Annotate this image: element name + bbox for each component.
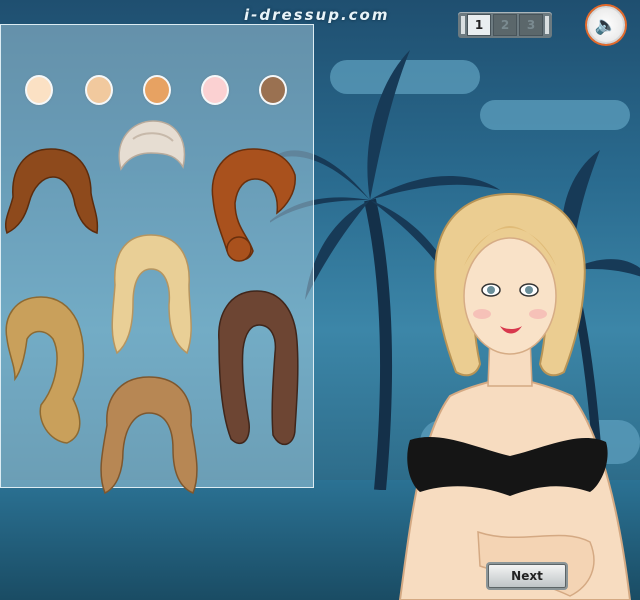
site-watermark: i-dressup.com <box>244 6 390 24</box>
speaker-icon: 🔈 <box>594 14 618 36</box>
next-button[interactable]: Next <box>488 564 566 588</box>
step-1-button[interactable]: 1 <box>467 14 491 36</box>
doll-character <box>398 192 632 600</box>
hairstyle-wavy-auburn-shoulder[interactable] <box>3 147 99 239</box>
hairstyle-golden-side-swept[interactable] <box>1 295 91 445</box>
skin-tone-swatch[interactable] <box>85 75 113 105</box>
hairstyle-brown-braided-long[interactable] <box>211 289 303 453</box>
step-bracket-left <box>461 16 465 34</box>
step-3-button[interactable]: 3 <box>519 14 543 36</box>
hairstyle-light-brown-curly[interactable] <box>95 375 203 497</box>
step-2-button[interactable]: 2 <box>493 14 517 36</box>
step-bracket-right <box>545 16 549 34</box>
hairstyle-short-platinum-updo[interactable] <box>113 119 189 179</box>
skin-tone-swatch[interactable] <box>25 75 53 105</box>
skin-tone-swatch[interactable] <box>201 75 229 105</box>
hairstyle-copper-curly-bun[interactable] <box>205 147 301 265</box>
game-scene: i-dressup.com 1 2 3 🔈 Next <box>0 0 640 600</box>
hairstyle-blonde-curly-long[interactable] <box>107 233 195 357</box>
skin-tone-swatch[interactable] <box>143 75 171 105</box>
sound-toggle-button[interactable]: 🔈 <box>587 6 625 44</box>
hair-selection-panel <box>0 24 314 495</box>
step-indicator: 1 2 3 <box>458 12 552 38</box>
skin-tone-swatch[interactable] <box>259 75 287 105</box>
